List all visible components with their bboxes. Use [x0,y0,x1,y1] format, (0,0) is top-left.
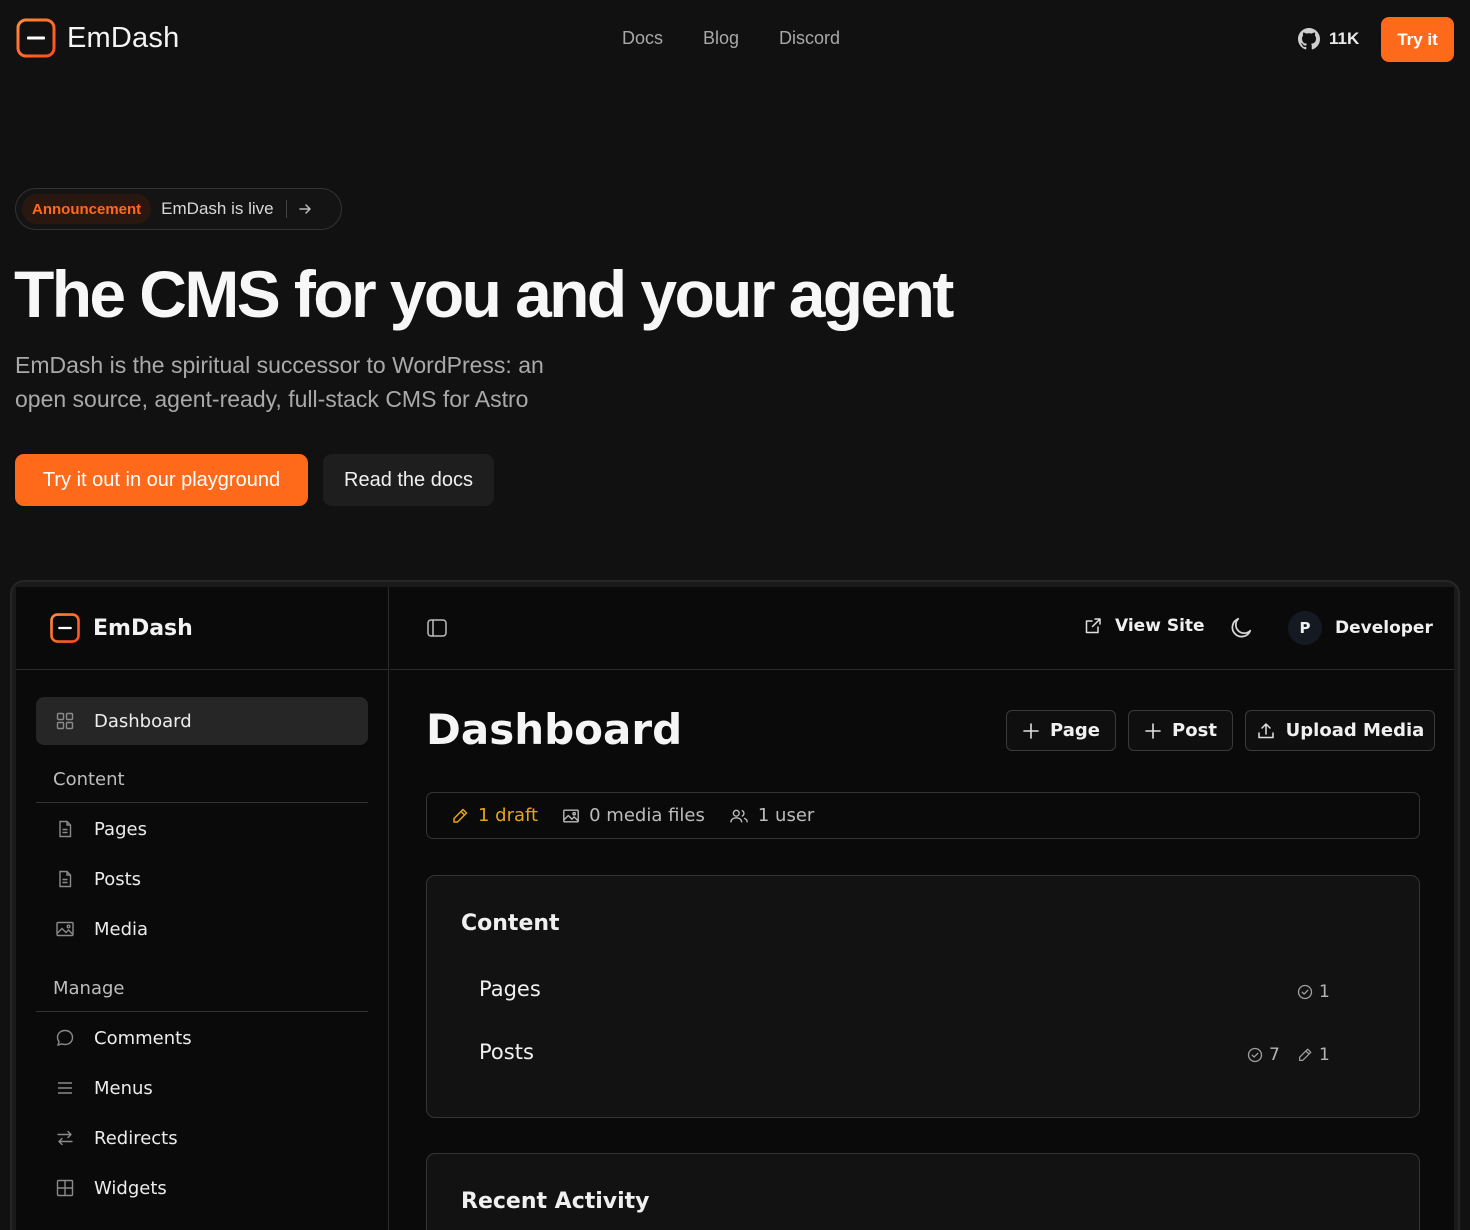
hero-subtitle: EmDash is the spiritual successor to Wor… [15,352,544,412]
external-link-icon [1083,616,1103,636]
stat-drafts-label: 1 draft [478,805,539,826]
content-row-posts[interactable]: Posts [479,1040,534,1064]
sidebar-item-label: Comments [94,1027,192,1049]
redirect-icon [55,1128,75,1148]
admin-preview: EmDash Dashboard Content Pages Posts Med… [16,587,1454,1230]
comment-icon [55,1028,75,1048]
sidebar-item-label: Dashboard [94,710,192,732]
stat-media-label: 0 media files [589,805,705,826]
grid-icon [55,711,75,731]
posts-published-count: 7 [1247,1045,1280,1065]
page-title: Dashboard [426,705,683,754]
nav-link-docs[interactable]: Docs [622,28,663,49]
sidebar-section-content: Content [53,769,125,790]
content-card: Content Pages 1 Posts 7 1 [426,875,1420,1118]
stats-bar: 1 draft 0 media files 1 user [426,792,1420,839]
view-site-label: View Site [1115,616,1205,636]
nav-link-blog[interactable]: Blog [703,28,739,49]
read-docs-button[interactable]: Read the docs [323,454,494,506]
plus-icon [1022,722,1040,740]
pages-published-count: 1 [1297,982,1330,1002]
view-site-link[interactable]: View Site [1083,616,1205,636]
add-post-button[interactable]: Post [1128,710,1233,751]
brand-link[interactable]: EmDash [16,18,179,58]
github-stars: 11K [1329,29,1360,48]
posts-draft-count: 1 [1297,1045,1330,1065]
widgets-icon [55,1178,75,1198]
add-page-button[interactable]: Page [1006,710,1116,751]
stat-drafts[interactable]: 1 draft [451,805,538,826]
nav-link-discord[interactable]: Discord [779,28,840,49]
pencil-icon [1297,1047,1313,1063]
sidebar-item-widgets[interactable]: Widgets [36,1164,368,1212]
upload-media-button[interactable]: Upload Media [1245,710,1435,751]
sidebar-item-label: Menus [94,1077,153,1099]
user-menu[interactable]: P Developer [1288,611,1433,645]
menu-icon [55,1078,75,1098]
try-it-button[interactable]: Try it [1381,17,1454,62]
upload-icon [1256,721,1276,741]
stat-users[interactable]: 1 user [729,805,814,826]
file-icon [55,819,75,839]
admin-brand-name: EmDash [93,615,193,641]
stat-users-label: 1 user [757,805,815,826]
admin-main: View Site P Developer Dashboard Page Pos… [390,587,1454,1230]
sidebar-toggle-icon[interactable] [426,617,448,639]
image-icon [562,807,580,825]
stat-media[interactable]: 0 media files [562,805,705,826]
github-icon [1298,28,1320,50]
sidebar-section-manage: Manage [53,978,125,999]
add-page-label: Page [1050,720,1100,741]
add-post-label: Post [1172,720,1217,741]
sidebar-item-comments[interactable]: Comments [36,1014,368,1062]
admin-topbar: View Site P Developer [390,587,1454,670]
nav-links: Docs Blog Discord [622,28,840,49]
brand-name: EmDash [67,21,180,54]
sidebar-item-label: Posts [94,868,142,890]
user-name: Developer [1335,618,1433,638]
check-circle-icon [1297,984,1313,1000]
sidebar-item-label: Redirects [94,1127,178,1149]
content-row-pages[interactable]: Pages [479,977,541,1001]
github-link[interactable]: 11K [1298,28,1359,50]
sidebar-item-media[interactable]: Media [36,905,368,953]
sidebar-item-menus[interactable]: Menus [36,1064,368,1112]
announcement-pill[interactable]: Announcement EmDash is live [15,188,342,230]
users-icon [729,807,749,825]
sidebar-divider [36,802,368,803]
sidebar-item-label: Widgets [94,1177,167,1199]
sidebar-item-redirects[interactable]: Redirects [36,1114,368,1162]
admin-sidebar: EmDash Dashboard Content Pages Posts Med… [16,587,389,1230]
recent-activity-card: Recent Activity [426,1153,1420,1230]
announcement-divider [285,200,287,218]
emdash-logo-icon [50,613,80,643]
sidebar-divider [36,1011,368,1012]
plus-icon [1144,722,1162,740]
recent-activity-title: Recent Activity [461,1189,650,1214]
pencil-icon [451,807,469,825]
sidebar-item-pages[interactable]: Pages [36,805,368,853]
sidebar-item-label: Pages [94,818,147,840]
check-circle-icon [1247,1047,1263,1063]
image-icon [55,919,75,939]
announcement-text: EmDash is live [161,199,274,218]
announcement-tag: Announcement [22,194,152,224]
hero-title: The CMS for you and your agent [14,257,954,331]
playground-button[interactable]: Try it out in our playground [15,454,308,506]
emdash-logo-icon [16,18,56,58]
upload-media-label: Upload Media [1285,720,1425,741]
avatar: P [1288,611,1322,645]
arrow-right-icon [297,201,313,217]
sidebar-item-posts[interactable]: Posts [36,855,368,903]
top-nav: EmDash Docs Blog Discord 11K Try it [0,0,1470,78]
admin-brand[interactable]: EmDash [16,587,388,670]
sidebar-item-dashboard[interactable]: Dashboard [36,697,368,745]
sidebar-item-label: Media [94,918,149,940]
content-card-title: Content [461,911,560,936]
moon-icon[interactable] [1228,615,1254,641]
file-icon [55,869,75,889]
